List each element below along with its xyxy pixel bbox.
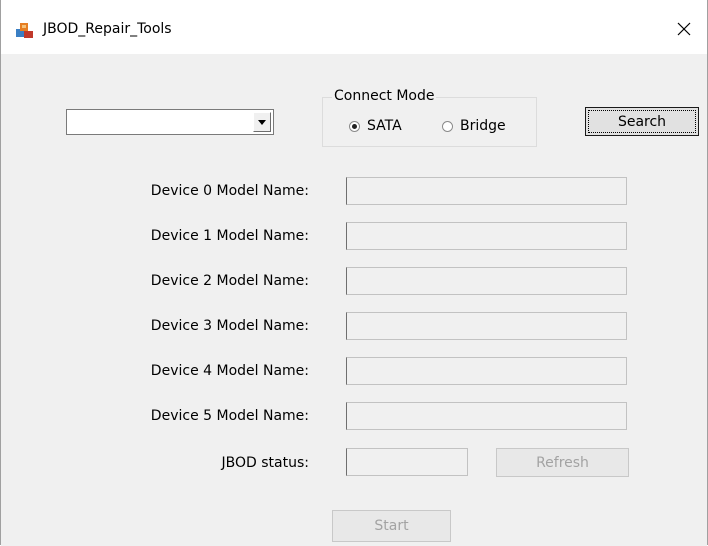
device-0-label: Device 0 Model Name: [150,183,309,199]
radio-sata[interactable]: SATA [349,118,402,134]
jbod-status-field[interactable] [346,448,468,476]
device-5-label: Device 5 Model Name: [150,408,309,424]
device-4-model-field[interactable] [346,357,627,385]
radio-bridge[interactable]: Bridge [442,118,506,134]
close-icon [677,22,691,36]
device-5-model-field[interactable] [346,402,627,430]
connect-mode-legend: Connect Mode [332,88,437,104]
device-2-label: Device 2 Model Name: [150,273,309,289]
radio-bridge-label: Bridge [460,118,506,134]
close-button[interactable] [661,8,707,50]
search-button[interactable]: Search [585,107,699,136]
device-3-label: Device 3 Model Name: [150,318,309,334]
device-1-label: Device 1 Model Name: [150,228,309,244]
jbod-status-label: JBOD status: [221,455,309,471]
search-button-label: Search [617,113,667,130]
refresh-button-label: Refresh [536,454,589,471]
device-3-model-field[interactable] [346,312,627,340]
device-combo-box[interactable] [66,109,274,135]
window-title: JBOD_Repair_Tools [43,21,172,37]
radio-unchecked-icon [442,120,453,132]
device-2-model-field[interactable] [346,267,627,295]
device-4-label: Device 4 Model Name: [150,363,309,379]
chevron-down-icon [258,119,266,125]
refresh-button[interactable]: Refresh [496,448,629,477]
start-button-label: Start [374,518,409,534]
title-bar[interactable]: JBOD_Repair_Tools [1,0,707,54]
radio-sata-label: SATA [367,118,402,134]
start-button[interactable]: Start [332,510,451,542]
radio-checked-icon [349,120,360,132]
app-window: JBOD_Repair_Tools Connect Mode SATA Brid… [0,0,708,546]
device-0-model-field[interactable] [346,177,627,205]
device-1-model-field[interactable] [346,222,627,250]
combo-dropdown-button[interactable] [253,112,271,132]
app-icon [16,23,33,38]
